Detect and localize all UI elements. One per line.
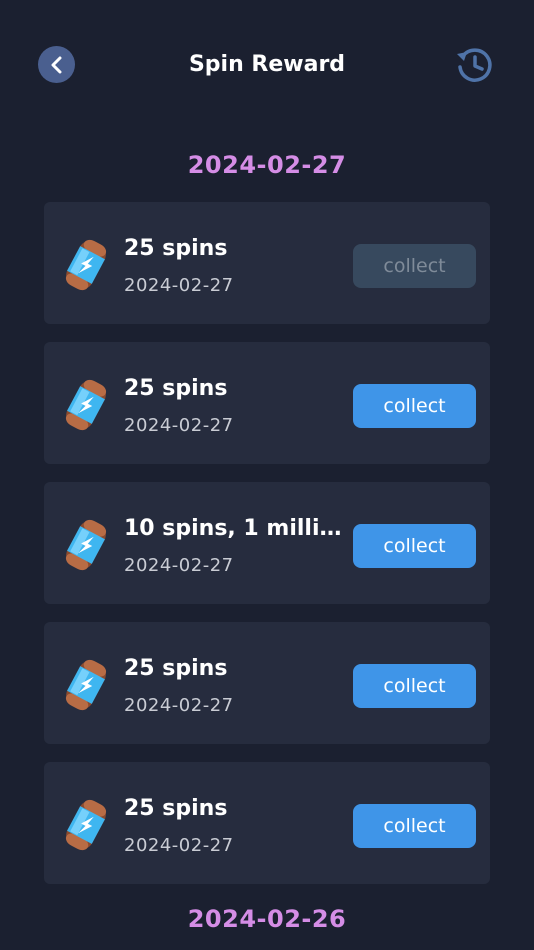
reward-title: 25 spins: [124, 656, 228, 681]
history-icon: [457, 48, 492, 82]
collect-button[interactable]: collect: [353, 524, 476, 568]
reward-card: 25 spins 2024-02-27 collect: [44, 342, 490, 464]
reward-card: 10 spins, 1 millio... 2024-02-27 collect: [44, 482, 490, 604]
date-section-header: 2024-02-27: [187, 151, 347, 179]
header: Spin Reward: [0, 0, 534, 130]
collect-button[interactable]: collect: [353, 244, 476, 288]
energy-capsule-icon: [65, 239, 107, 291]
reward-date: 2024-02-27: [124, 415, 234, 436]
energy-capsule-icon: [65, 799, 107, 851]
reward-date: 2024-02-27: [124, 695, 234, 716]
collect-button[interactable]: collect: [353, 664, 476, 708]
reward-card: 25 spins 2024-02-27 collect: [44, 762, 490, 884]
reward-title: 25 spins: [124, 796, 228, 821]
reward-card: 25 spins 2024-02-27 collect: [44, 622, 490, 744]
reward-date: 2024-02-27: [124, 835, 234, 856]
reward-card: 25 spins 2024-02-27 collect: [44, 202, 490, 324]
reward-date: 2024-02-27: [124, 555, 234, 576]
energy-capsule-icon: [65, 519, 107, 571]
reward-title: 25 spins: [124, 236, 228, 261]
reward-title: 25 spins: [124, 376, 228, 401]
date-section-header: 2024-02-26: [187, 905, 347, 933]
energy-capsule-icon: [65, 379, 107, 431]
history-button[interactable]: [453, 44, 495, 86]
energy-capsule-icon: [65, 659, 107, 711]
reward-date: 2024-02-27: [124, 275, 234, 296]
collect-button[interactable]: collect: [353, 804, 476, 848]
reward-title: 10 spins, 1 millio...: [124, 516, 344, 541]
collect-button[interactable]: collect: [353, 384, 476, 428]
